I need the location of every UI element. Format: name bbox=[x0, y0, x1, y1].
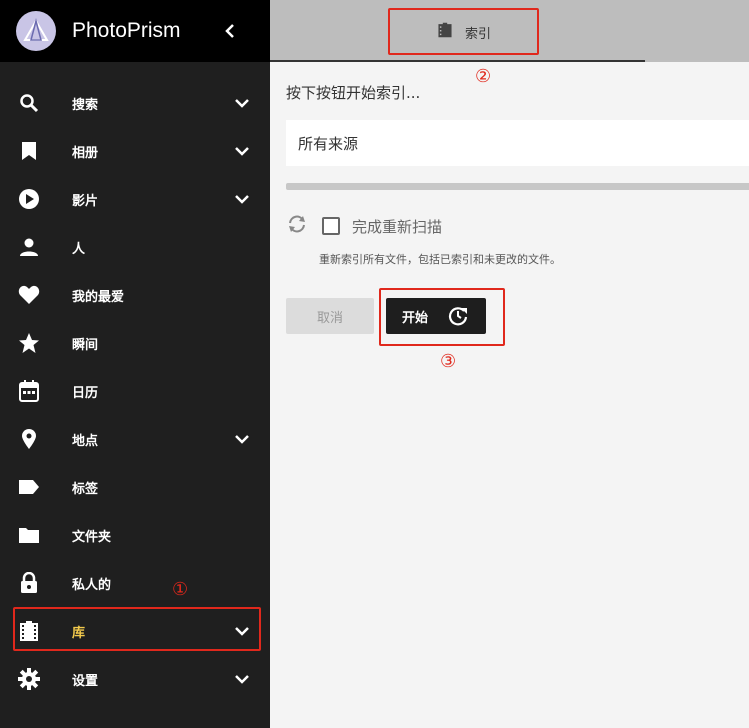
sidebar-item-search[interactable]: 搜索 bbox=[0, 79, 270, 127]
sidebar-item-label: 日历 bbox=[72, 385, 99, 401]
source-select-value: 所有来源 bbox=[298, 134, 359, 153]
film-library-icon bbox=[437, 22, 453, 42]
chevron-down-icon[interactable] bbox=[232, 670, 252, 688]
cancel-button[interactable]: 取消 bbox=[286, 298, 374, 334]
chevron-down-icon[interactable] bbox=[232, 142, 252, 160]
sidebar-item-label: 文件夹 bbox=[72, 529, 112, 545]
sidebar-item-folders[interactable]: 文件夹 bbox=[0, 511, 270, 559]
person-icon bbox=[17, 235, 41, 259]
sidebar-item-label: 设置 bbox=[72, 673, 99, 689]
sidebar-item-label: 人 bbox=[72, 241, 86, 257]
chevron-down-icon[interactable] bbox=[232, 94, 252, 112]
rescan-row: 完成重新扫描 bbox=[286, 214, 442, 238]
sidebar-item-label: 影片 bbox=[72, 193, 99, 209]
chevron-down-icon[interactable] bbox=[232, 190, 252, 208]
annotation-marker-2: ② bbox=[475, 66, 492, 87]
sidebar-item-private[interactable]: 私人的 bbox=[0, 559, 270, 607]
play-circle-icon bbox=[17, 187, 41, 211]
start-button-label: 开始 bbox=[402, 310, 429, 326]
folder-icon bbox=[17, 523, 41, 547]
annotation-marker-1: ① bbox=[172, 579, 189, 600]
sidebar-item-label: 瞬间 bbox=[72, 337, 99, 353]
sidebar-item-label: 地点 bbox=[72, 433, 99, 449]
annotation-marker-3: ③ bbox=[440, 351, 457, 372]
heart-icon bbox=[17, 283, 41, 307]
film-library-icon bbox=[17, 619, 41, 643]
sidebar-item-label: 库 bbox=[72, 625, 86, 641]
sidebar-item-library[interactable]: 库 bbox=[0, 607, 270, 655]
lock-icon bbox=[17, 571, 41, 595]
sync-icon bbox=[286, 214, 308, 238]
sidebar-item-moments[interactable]: 瞬间 bbox=[0, 319, 270, 367]
refresh-clock-icon bbox=[448, 306, 468, 326]
label-icon bbox=[17, 475, 41, 499]
sidebar-item-albums[interactable]: 相册 bbox=[0, 127, 270, 175]
start-button[interactable]: 开始 bbox=[386, 298, 486, 334]
main-content: ② 按下按钮开始索引... 所有来源 完成重新扫描 重新索引所有文件，包括已索引… bbox=[270, 62, 749, 728]
brand-bar: PhotoPrism bbox=[0, 0, 270, 62]
sidebar-item-label: 相册 bbox=[72, 145, 99, 161]
tab-index[interactable]: 索引 bbox=[390, 10, 538, 54]
sidebar-item-settings[interactable]: 设置 bbox=[0, 655, 270, 703]
calendar-icon bbox=[17, 379, 41, 403]
app-title: PhotoPrism bbox=[72, 19, 181, 42]
sidebar-item-people[interactable]: 人 bbox=[0, 223, 270, 271]
chevron-down-icon[interactable] bbox=[232, 622, 252, 640]
full-rescan-label[interactable]: 完成重新扫描 bbox=[352, 216, 442, 237]
sidebar-item-videos[interactable]: 影片 bbox=[0, 175, 270, 223]
sidebar-item-label: 标签 bbox=[72, 481, 99, 497]
index-progress-bar bbox=[286, 183, 749, 190]
search-icon bbox=[17, 91, 41, 115]
sidebar: PhotoPrism 搜索 相册 影片 人 我的最爱 瞬间 日历 地点 标签 文… bbox=[0, 0, 270, 728]
sidebar-item-label: 我的最爱 bbox=[72, 289, 125, 305]
sidebar-item-label: 私人的 bbox=[72, 577, 112, 593]
sidebar-item-label: 搜索 bbox=[72, 97, 99, 113]
sidebar-item-labels[interactable]: 标签 bbox=[0, 463, 270, 511]
gear-icon bbox=[17, 667, 41, 691]
location-pin-icon bbox=[17, 427, 41, 451]
full-rescan-hint: 重新索引所有文件，包括已索引和未更改的文件。 bbox=[319, 253, 561, 266]
sidebar-item-favorites[interactable]: 我的最爱 bbox=[0, 271, 270, 319]
tab-label: 索引 bbox=[464, 26, 491, 42]
full-rescan-checkbox[interactable] bbox=[322, 217, 340, 235]
photoprism-logo-icon[interactable] bbox=[16, 11, 56, 51]
chevron-left-icon[interactable] bbox=[220, 19, 240, 43]
source-select[interactable]: 所有来源 bbox=[286, 120, 749, 166]
sidebar-item-calendar[interactable]: 日历 bbox=[0, 367, 270, 415]
sidebar-item-places[interactable]: 地点 bbox=[0, 415, 270, 463]
chevron-down-icon[interactable] bbox=[232, 430, 252, 448]
bookmark-icon bbox=[17, 139, 41, 163]
star-icon bbox=[17, 331, 41, 355]
index-hint: 按下按钮开始索引... bbox=[286, 84, 421, 102]
tab-bar: 索引 bbox=[270, 0, 749, 62]
